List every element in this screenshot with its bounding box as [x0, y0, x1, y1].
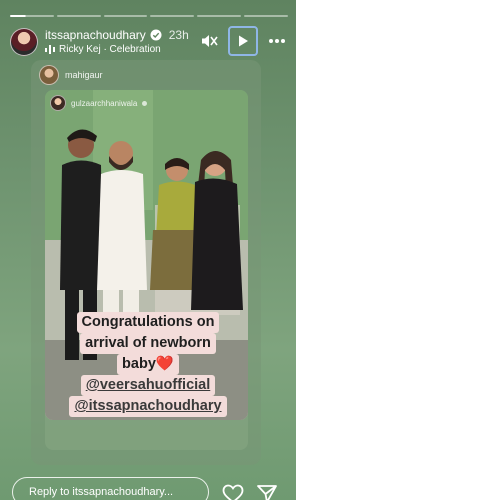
heart-icon	[222, 484, 244, 500]
mention-link[interactable]: @itssapnachoudhary	[69, 396, 227, 417]
speaker-muted-icon	[202, 35, 218, 47]
sticker-line: arrival of newborn	[80, 333, 216, 354]
progress-segment	[150, 15, 195, 17]
repost-avatar[interactable]	[39, 65, 59, 85]
user-line: itssapnachoudhary 23h	[45, 28, 189, 42]
share-button[interactable]	[256, 484, 278, 500]
story-header: itssapnachoudhary 23h Ricky Kej · Celebr…	[10, 26, 288, 58]
music-bars-icon	[45, 45, 55, 54]
reply-placeholder: Reply to itssapnachoudhary...	[29, 486, 174, 498]
repost-header: mahigaur	[39, 65, 103, 85]
mute-button[interactable]	[198, 30, 220, 52]
progress-segment	[10, 15, 54, 17]
nested-repost-username[interactable]: gulzaarchhaniwala	[71, 99, 137, 108]
sticker-line: Congratulations on	[76, 312, 220, 333]
music-label: Ricky Kej · Celebration	[59, 44, 161, 55]
congratulations-sticker: Congratulations on arrival of newborn ba…	[40, 312, 256, 417]
progress-segment	[103, 15, 148, 17]
paper-plane-icon	[257, 485, 277, 500]
story-viewer: itssapnachoudhary 23h Ricky Kej · Celebr…	[0, 0, 296, 500]
username[interactable]: itssapnachoudhary	[45, 28, 146, 42]
repost-username[interactable]: mahigaur	[65, 70, 103, 80]
sticker-line: baby❤️	[117, 354, 179, 375]
verified-badge-icon	[150, 29, 162, 41]
nested-repost-avatar[interactable]	[50, 95, 66, 111]
more-button[interactable]	[266, 30, 288, 52]
verified-badge-icon	[142, 100, 148, 106]
play-button[interactable]	[228, 26, 258, 56]
progress-segment	[197, 15, 242, 17]
story-controls	[198, 26, 288, 56]
avatar[interactable]	[10, 28, 38, 56]
story-progress	[10, 15, 288, 18]
nested-repost-header: gulzaarchhaniwala	[50, 95, 148, 111]
play-icon	[239, 35, 248, 47]
progress-segment	[244, 15, 288, 17]
post-time: 23h	[168, 28, 189, 42]
progress-segment	[56, 15, 101, 17]
like-button[interactable]	[222, 484, 244, 500]
music-line[interactable]: Ricky Kej · Celebration	[45, 44, 161, 55]
more-dots-icon	[269, 39, 285, 43]
mention-link[interactable]: @veersahuofficial	[80, 375, 216, 396]
reply-input[interactable]: Reply to itssapnachoudhary...	[12, 477, 209, 500]
